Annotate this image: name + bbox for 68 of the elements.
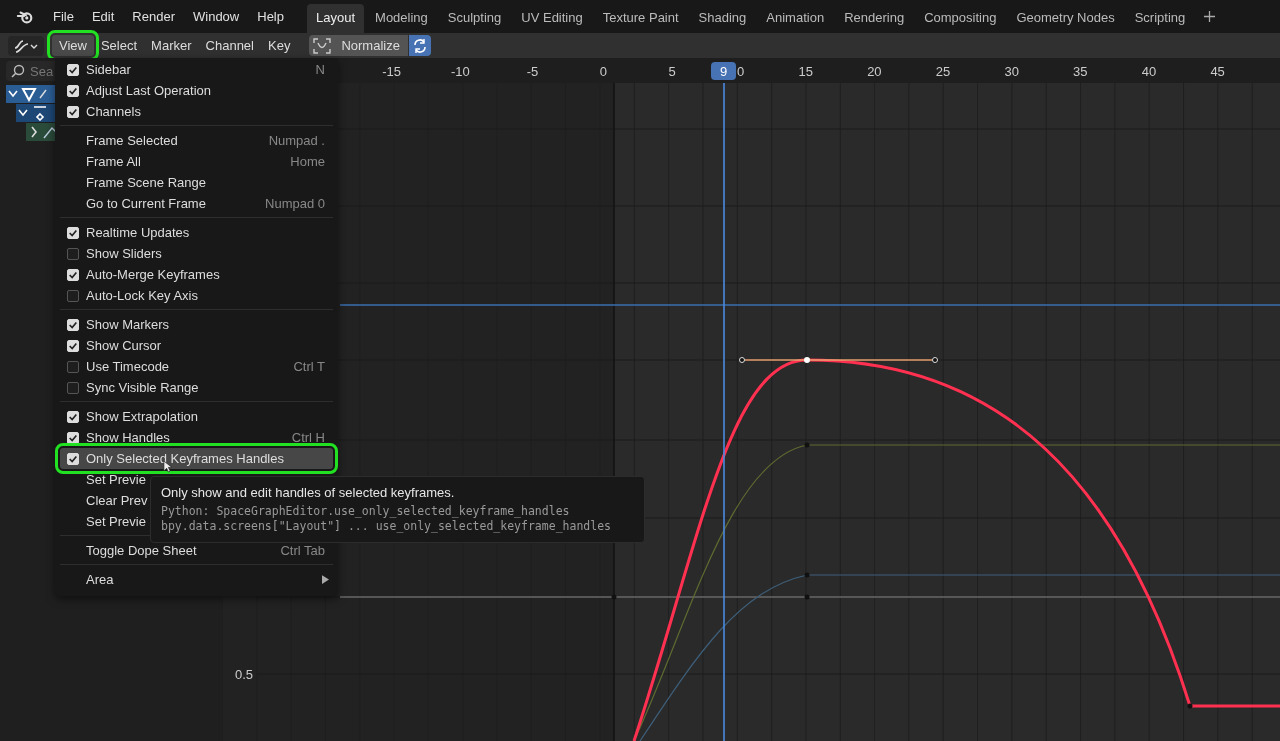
menu-item[interactable]: Sync Visible Range xyxy=(60,377,333,398)
refresh-icon xyxy=(411,37,428,54)
menu-item[interactable]: Frame Selected Numpad . xyxy=(60,130,333,151)
menu-item[interactable]: Show Handles Ctrl H xyxy=(60,427,333,448)
top-menu-item[interactable]: Window xyxy=(184,9,249,24)
top-menu-item[interactable]: File xyxy=(44,9,83,24)
python-path-text: Python: SpaceGraphEditor.use_only_selected_keyframe_handles xyxy=(161,504,571,519)
menu-item[interactable]: Show Markers xyxy=(60,314,333,335)
menu-item[interactable]: Channels xyxy=(60,101,333,122)
menu-item[interactable]: Frame All Home xyxy=(60,151,333,172)
checkbox[interactable] xyxy=(67,289,79,302)
menu-item[interactable]: Use Timecode Ctrl T xyxy=(60,356,333,377)
menu-item[interactable]: Auto-Merge Keyframes xyxy=(60,264,333,285)
normalize-toggle[interactable]: Normalize xyxy=(309,35,408,56)
frame-number: 5 xyxy=(668,64,676,79)
menu-item[interactable]: Show Sliders xyxy=(60,243,333,264)
frame-number: 0 xyxy=(599,64,607,79)
frame-number: -10 xyxy=(450,64,470,79)
menu-item[interactable]: Realtime Updates xyxy=(60,222,333,243)
workspace-tab[interactable]: Modeling xyxy=(366,4,437,33)
workspace-tab[interactable]: Layout xyxy=(307,4,365,33)
workspace-tab[interactable]: Compositing xyxy=(915,4,1006,33)
editor-menu-item[interactable]: Select xyxy=(93,35,145,56)
checkbox[interactable] xyxy=(67,381,79,394)
editor-menu-item[interactable]: Key xyxy=(261,35,298,56)
workspace-tab[interactable]: Texture Paint xyxy=(593,4,688,33)
frame-number: 15 xyxy=(798,64,813,79)
sync-toggle[interactable] xyxy=(408,35,431,56)
top-menu-item[interactable]: Edit xyxy=(82,9,124,24)
menu-item[interactable]: Auto-Lock Key Axis xyxy=(60,285,333,306)
workspace-tab[interactable]: Geometry Nodes xyxy=(1007,4,1124,33)
workspace-tab[interactable]: Rendering xyxy=(835,4,914,33)
frame-number: 20 xyxy=(867,64,882,79)
frame-number: 45 xyxy=(1210,64,1225,79)
workspace-tab[interactable]: Scripting xyxy=(1125,4,1195,33)
editor-menu-item[interactable]: Channel xyxy=(198,35,261,56)
frame-number: 25 xyxy=(935,64,951,79)
menu-item[interactable]: Adjust Last Operation xyxy=(60,80,333,101)
workspace-tab[interactable]: Sculpting xyxy=(438,4,511,33)
tooltip-description: Only show and edit handles of selected keyframes. xyxy=(161,485,456,500)
checkbox[interactable] xyxy=(67,247,79,260)
checkbox[interactable] xyxy=(67,360,79,373)
frame-number: -15 xyxy=(382,64,402,79)
menu-item[interactable]: Frame Scene Range xyxy=(60,172,333,193)
menu-item[interactable]: Go to Current Frame Numpad 0 xyxy=(60,193,333,214)
frame-number: 0 xyxy=(737,64,745,79)
frame-number: -5 xyxy=(526,64,539,79)
workspace-tab[interactable]: UV Editing xyxy=(512,4,592,33)
top-menu-item[interactable]: Help xyxy=(248,9,293,24)
frame-number: 30 xyxy=(1004,64,1019,79)
editor-type-button[interactable] xyxy=(8,35,44,56)
workspace-tab[interactable]: Animation xyxy=(757,4,834,33)
menu-item[interactable]: Area xyxy=(60,569,333,590)
menu-item[interactable]: Sidebar N xyxy=(60,59,333,80)
current-frame-indicator[interactable]: 9 xyxy=(711,62,736,80)
menu-item[interactable]: Show Extrapolation xyxy=(60,406,333,427)
frame-number: 35 xyxy=(1073,64,1088,79)
menu-item[interactable]: Show Cursor xyxy=(60,335,333,356)
editor-menu-item[interactable]: Marker xyxy=(144,35,199,56)
frame-number: 40 xyxy=(1141,64,1157,79)
normalize-icon xyxy=(313,37,332,54)
python-path-text: bpy.data.screens["Layout"] ... use_only_selected_keyframe_handles xyxy=(161,519,613,534)
add-icon[interactable] xyxy=(1204,11,1216,22)
top-menu-item[interactable]: Render xyxy=(123,9,184,24)
workspace-tab[interactable]: Shading xyxy=(689,4,756,33)
value-axis-label: 0.5 xyxy=(235,667,254,682)
menu-item[interactable]: Toggle Dope Sheet Ctrl Tab xyxy=(60,540,333,561)
submenu-arrow-icon xyxy=(322,575,329,584)
